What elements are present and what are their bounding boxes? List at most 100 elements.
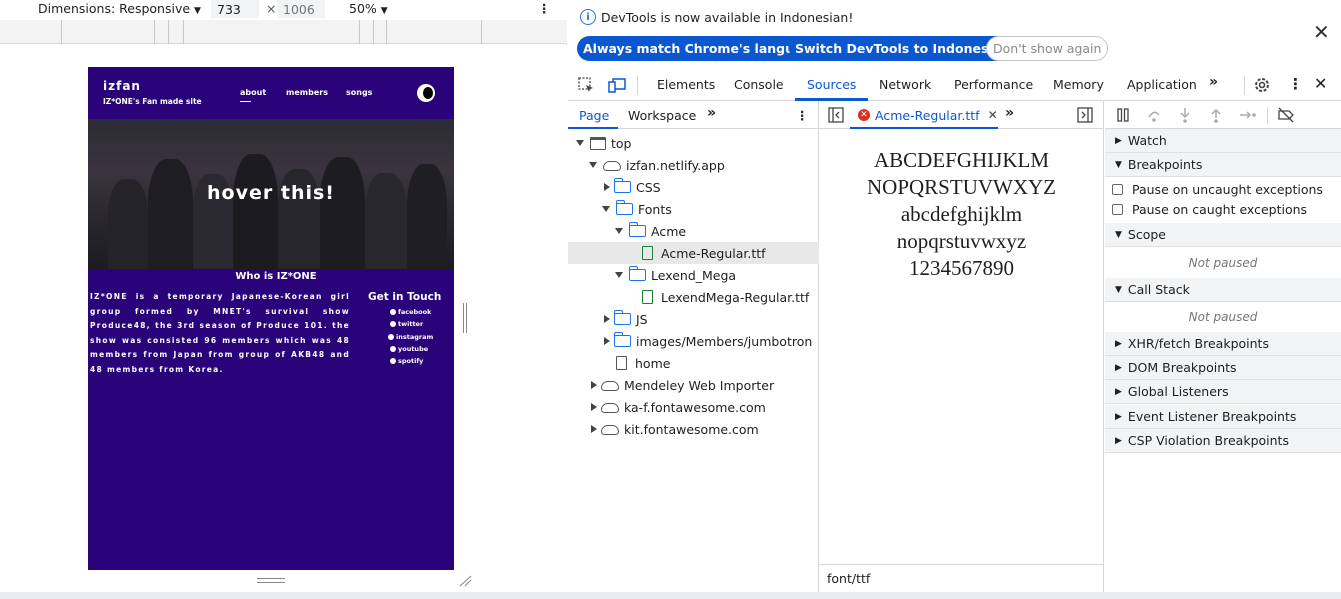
tree-item[interactable]: Lexend_Mega xyxy=(568,264,819,286)
section-csp-violation-breakpoints[interactable]: ▶ CSP Violation Breakpoints xyxy=(1105,429,1341,453)
toggle-debugger-icon[interactable] xyxy=(1077,107,1093,123)
section-call-stack[interactable]: ▼ Call Stack xyxy=(1105,278,1341,302)
collapsed-arrow-icon[interactable] xyxy=(604,183,610,191)
infobar-message: DevTools is now available in Indonesian! xyxy=(601,10,854,25)
width-input[interactable] xyxy=(211,0,259,18)
close-icon[interactable]: ✕ xyxy=(1313,20,1330,44)
section-scope[interactable]: ▼ Scope xyxy=(1105,223,1341,247)
social-spotify[interactable]: spotify xyxy=(390,357,423,365)
more-tabs-icon[interactable]: » xyxy=(1209,74,1218,90)
tree-item[interactable]: kit.fontawesome.com xyxy=(568,418,819,440)
tab-memory[interactable]: Memory xyxy=(1053,77,1104,92)
tab-workspace[interactable]: Workspace xyxy=(628,108,696,123)
tree-item[interactable]: home xyxy=(568,352,819,374)
section-watch[interactable]: ▶ Watch xyxy=(1105,129,1341,153)
section-xhr-breakpoints[interactable]: ▶ XHR/fetch Breakpoints xyxy=(1105,332,1341,356)
expanded-arrow-icon[interactable] xyxy=(615,272,623,278)
navigator-tabs: Page Workspace » ⋮ xyxy=(568,101,819,129)
toggle-navigator-icon[interactable] xyxy=(828,107,844,123)
collapsed-arrow-icon[interactable] xyxy=(591,403,597,411)
tree-item[interactable]: Fonts xyxy=(568,198,819,220)
tab-network[interactable]: Network xyxy=(879,77,931,92)
expanded-arrow-icon[interactable] xyxy=(589,162,597,168)
debugger-toolbar xyxy=(1105,101,1341,129)
tree-item[interactable]: images/Members/jumbotron xyxy=(568,330,819,352)
social-youtube[interactable]: youtube xyxy=(390,345,428,353)
tab-sources[interactable]: Sources xyxy=(807,77,856,92)
expanded-arrow-icon[interactable] xyxy=(602,206,610,212)
more-options-icon[interactable]: ⋮ xyxy=(538,1,550,16)
collapsed-arrow-icon[interactable] xyxy=(591,381,597,389)
step-into-icon xyxy=(1180,108,1190,123)
zoom-dropdown[interactable]: 50% ▼ xyxy=(349,1,388,16)
pause-uncaught-checkbox[interactable] xyxy=(1112,184,1123,195)
social-facebook[interactable]: facebook xyxy=(390,308,431,316)
resize-handle-bottom[interactable] xyxy=(257,578,285,583)
nav-members[interactable]: members xyxy=(286,88,328,97)
expanded-arrow-icon[interactable] xyxy=(615,228,623,234)
tree-item[interactable]: ka-f.fontawesome.com xyxy=(568,396,819,418)
chevron-down-icon: ▼ xyxy=(194,6,201,16)
device-toolbar-icon[interactable] xyxy=(608,77,627,94)
collapsed-arrow-icon[interactable] xyxy=(604,337,610,345)
expanded-arrow-icon[interactable] xyxy=(576,140,584,146)
dark-mode-toggle-icon[interactable] xyxy=(417,84,435,102)
pause-uncaught-exceptions[interactable]: Pause on uncaught exceptions xyxy=(1112,182,1323,197)
close-tab-icon[interactable]: ✕ xyxy=(988,108,998,122)
font-file-icon xyxy=(642,290,653,304)
dimensions-dropdown[interactable]: Dimensions: Responsive ▼ xyxy=(38,1,201,16)
tab-performance[interactable]: Performance xyxy=(954,77,1033,92)
height-input[interactable] xyxy=(277,0,325,18)
more-nav-tabs-icon[interactable]: » xyxy=(707,105,716,121)
tree-item[interactable]: Acme xyxy=(568,220,819,242)
resize-corner-icon[interactable] xyxy=(458,575,472,587)
nav-songs[interactable]: songs xyxy=(346,88,372,97)
step-icon xyxy=(1240,111,1256,119)
tab-page[interactable]: Page xyxy=(579,108,609,123)
tree-item[interactable]: JS xyxy=(568,308,819,330)
site-logo[interactable]: izfan xyxy=(103,79,141,93)
settings-gear-icon[interactable] xyxy=(1253,76,1271,94)
dont-show-again-button[interactable]: Don't show again xyxy=(986,36,1109,61)
section-global-listeners[interactable]: ▶ Global Listeners xyxy=(1105,380,1341,404)
close-devtools-icon[interactable]: ✕ xyxy=(1314,74,1327,93)
tree-item[interactable]: Acme-Regular.ttf xyxy=(568,242,819,264)
resize-handle-right[interactable] xyxy=(463,303,467,333)
more-editor-tabs-icon[interactable]: » xyxy=(1005,105,1014,121)
deactivate-breakpoints-icon[interactable] xyxy=(1277,107,1295,123)
source-editor: ✕ Acme-Regular.ttf ✕ » ABCDEFGHIJKLM NOP… xyxy=(819,101,1104,592)
tree-item[interactable]: Mendeley Web Importer xyxy=(568,374,819,396)
switch-to-indonesian-button[interactable]: Switch DevTools to Indonesian xyxy=(789,36,1017,61)
customize-menu-icon[interactable]: ⋮ xyxy=(1288,75,1303,93)
mime-type-status: font/ttf xyxy=(819,564,1104,592)
hero-text: hover this! xyxy=(207,182,335,204)
pause-icon[interactable] xyxy=(1115,107,1131,123)
inspect-element-icon[interactable] xyxy=(578,77,595,94)
media-query-ruler[interactable] xyxy=(0,20,567,44)
tab-console[interactable]: Console xyxy=(734,77,784,92)
navigator-menu-icon[interactable]: ⋮ xyxy=(796,108,809,123)
social-instagram[interactable]: instagram xyxy=(388,333,433,341)
pause-caught-checkbox[interactable] xyxy=(1112,204,1123,215)
collapsed-arrow-icon[interactable] xyxy=(591,425,597,433)
nav-about[interactable]: about xyxy=(240,88,266,97)
tree-item[interactable]: izfan.netlify.app xyxy=(568,154,819,176)
tree-item[interactable]: LexendMega-Regular.ttf xyxy=(568,286,819,308)
tab-elements[interactable]: Elements xyxy=(657,77,715,92)
section-event-listener-breakpoints[interactable]: ▶ Event Listener Breakpoints xyxy=(1105,405,1341,429)
hero-jumbotron[interactable]: hover this! xyxy=(88,119,454,269)
section-breakpoints[interactable]: ▼ Breakpoints xyxy=(1105,153,1341,177)
social-twitter[interactable]: twitter xyxy=(390,320,423,328)
pause-caught-exceptions[interactable]: Pause on caught exceptions xyxy=(1112,202,1307,217)
tree-item[interactable]: top xyxy=(568,132,819,154)
tab-application[interactable]: Application xyxy=(1127,77,1197,92)
emulated-website: izfan IZ*ONE's Fan made site about membe… xyxy=(88,67,454,570)
tree-item[interactable]: CSS xyxy=(568,176,819,198)
twitter-icon xyxy=(390,321,396,327)
section-dom-breakpoints[interactable]: ▶ DOM Breakpoints xyxy=(1105,356,1341,380)
error-icon: ✕ xyxy=(858,109,870,121)
facebook-icon xyxy=(390,309,396,315)
device-emulation-pane: Dimensions: Responsive ▼ × 50% ▼ ⋮ izfan… xyxy=(0,0,567,599)
open-file-tab[interactable]: ✕ Acme-Regular.ttf ✕ xyxy=(850,101,1006,129)
collapsed-arrow-icon[interactable] xyxy=(604,315,610,323)
